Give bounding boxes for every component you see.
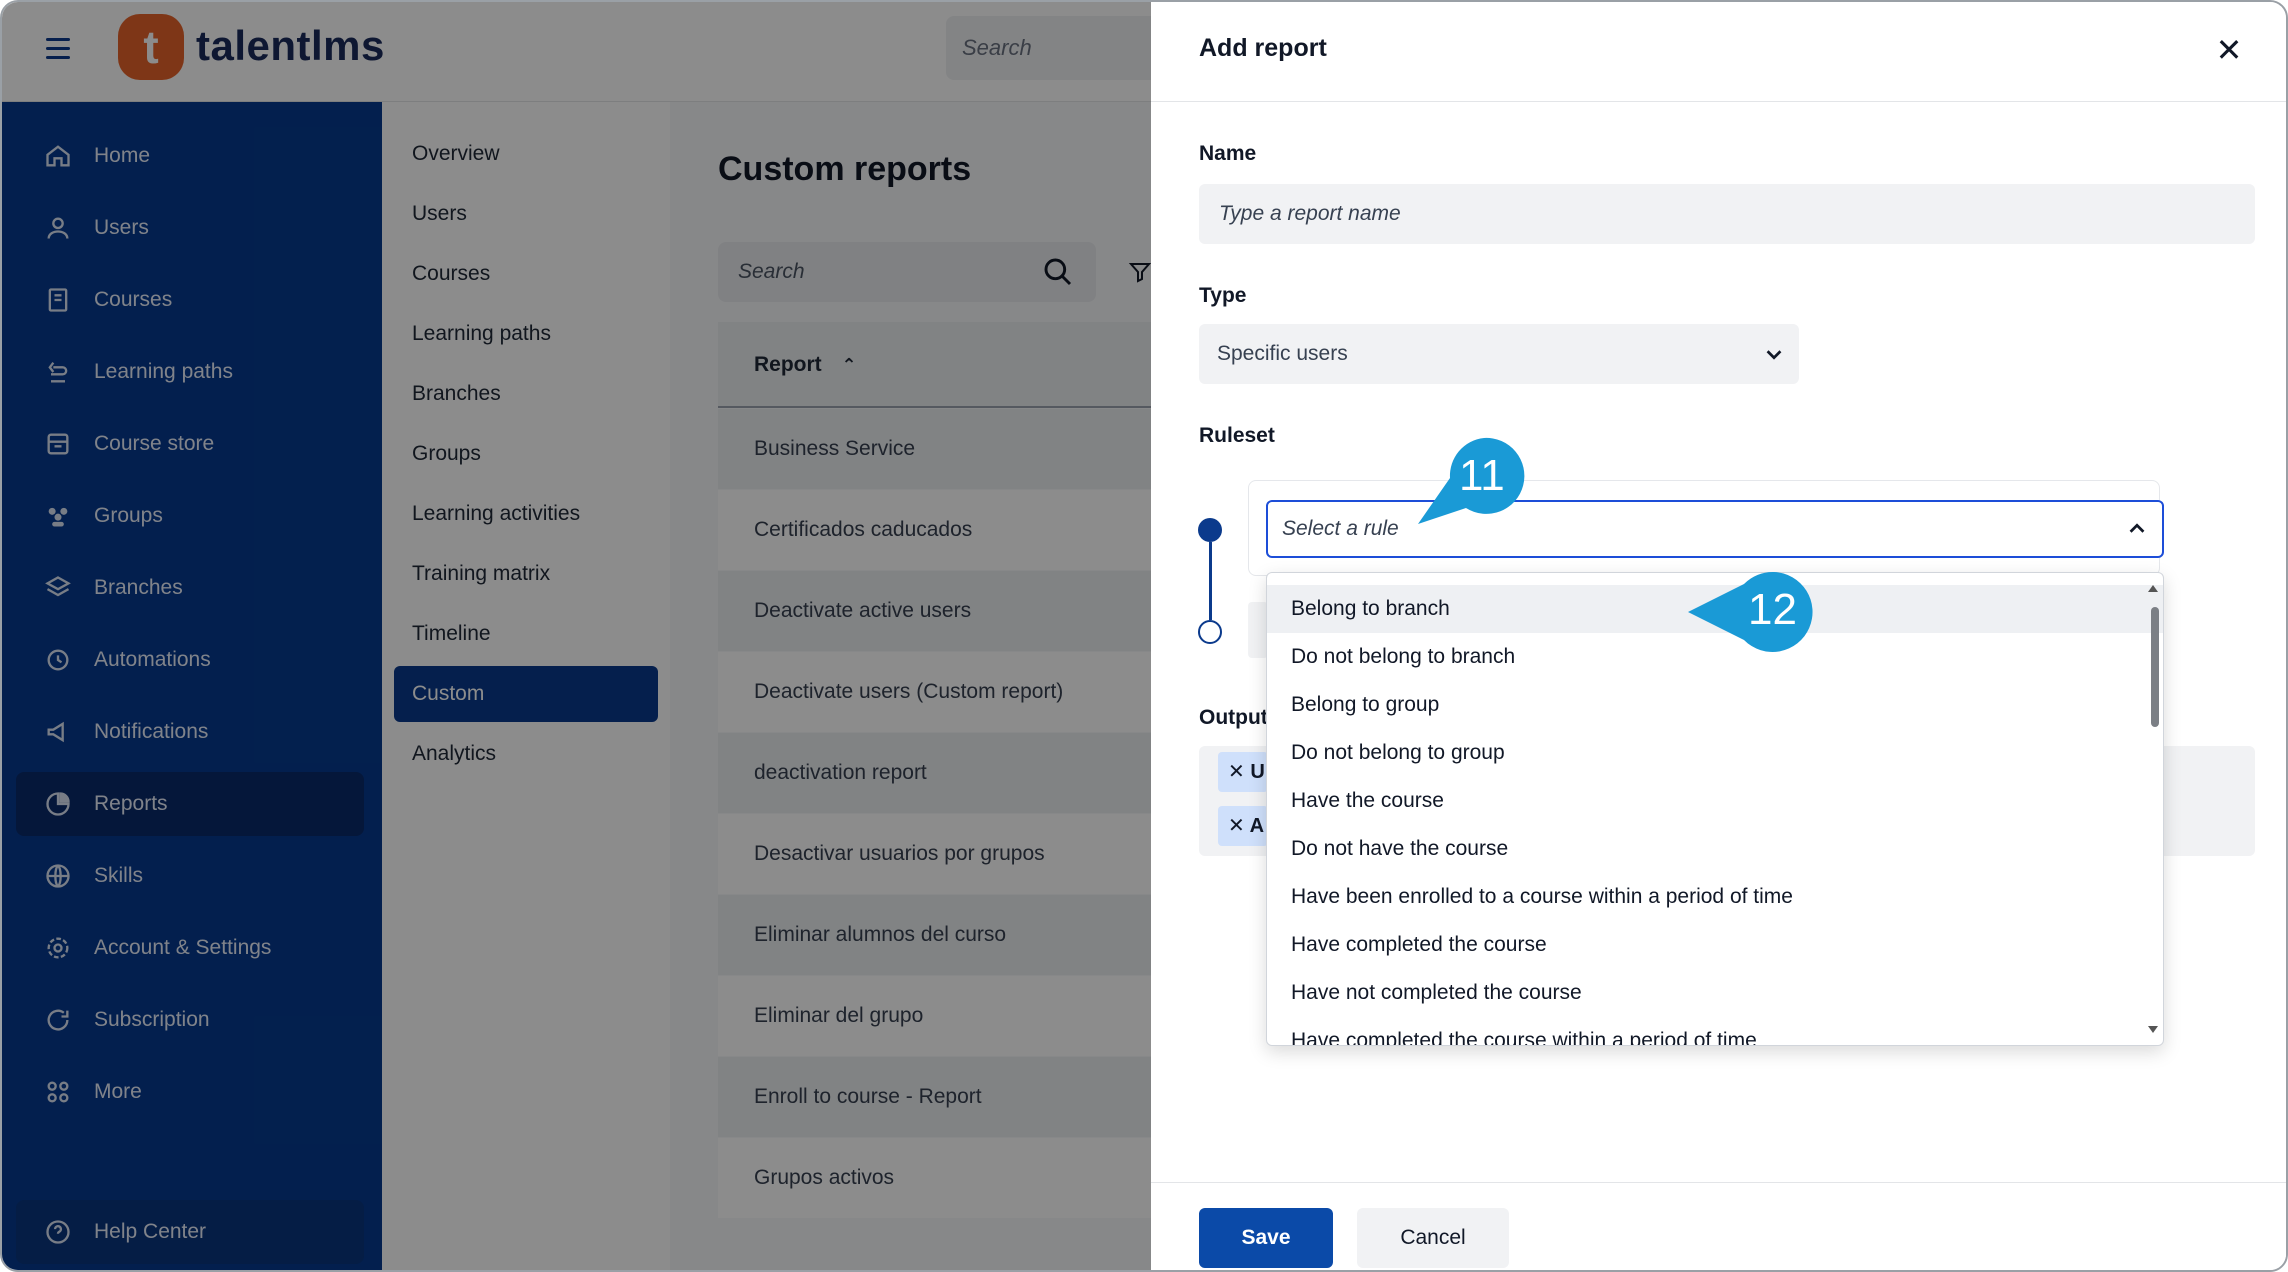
remove-chip-icon[interactable]: ✕	[1228, 815, 1245, 837]
drawer-title: Add report	[1199, 34, 1327, 62]
rule-node-dot	[1198, 518, 1222, 542]
ruleset-label: Ruleset	[1199, 424, 1275, 447]
chevron-up-icon	[2129, 523, 2145, 533]
rule-connector-line	[1209, 542, 1212, 620]
callout-number: 11	[1459, 451, 1505, 500]
type-select-value: Specific users	[1217, 342, 1348, 365]
callout-number: 12	[1748, 585, 1797, 634]
scroll-up-arrow-icon[interactable]	[2148, 585, 2158, 592]
chevron-down-icon	[1766, 350, 1782, 360]
chip-label: A	[1249, 815, 1265, 837]
cancel-button[interactable]: Cancel	[1357, 1208, 1509, 1268]
second-rule-placeholder	[1248, 602, 1268, 658]
output-chip[interactable]: ✕ A	[1218, 806, 1268, 846]
output-label: Output	[1199, 706, 1268, 729]
rule-option[interactable]: Do not have the course	[1267, 825, 2163, 873]
add-rule-dot[interactable]	[1198, 620, 1222, 644]
rule-option[interactable]: Have the course	[1267, 777, 2163, 825]
close-icon[interactable]: ✕	[2213, 34, 2245, 66]
rule-option[interactable]: Have not completed the course	[1267, 969, 2163, 1017]
rule-option[interactable]: Do not belong to group	[1267, 729, 2163, 777]
rule-option[interactable]: Have completed the course within a perio…	[1267, 1017, 2163, 1045]
rule-option[interactable]: Have completed the course	[1267, 921, 2163, 969]
dropdown-scrollbar[interactable]	[2151, 607, 2159, 727]
name-label: Name	[1199, 142, 1257, 165]
rule-select[interactable]: Select a rule	[1266, 500, 2164, 558]
app-window: t talentlms Search Home Users Courses Le…	[0, 0, 2288, 1272]
type-label: Type	[1199, 284, 1247, 307]
scroll-down-arrow-icon[interactable]	[2148, 1026, 2158, 1033]
report-name-input[interactable]	[1199, 184, 2255, 244]
rule-option[interactable]: Have been enrolled to a course within a …	[1267, 873, 2163, 921]
modal-backdrop[interactable]	[2, 2, 1151, 1270]
chip-label: U	[1250, 761, 1265, 783]
save-button[interactable]: Save	[1199, 1208, 1333, 1268]
rule-option[interactable]: Belong to group	[1267, 681, 2163, 729]
remove-chip-icon[interactable]: ✕	[1228, 761, 1245, 783]
drawer-header: Add report ✕	[1151, 2, 2286, 102]
output-chip[interactable]: ✕ U	[1218, 752, 1268, 792]
type-select[interactable]: Specific users	[1199, 324, 1799, 384]
rule-select-placeholder: Select a rule	[1282, 517, 1399, 540]
